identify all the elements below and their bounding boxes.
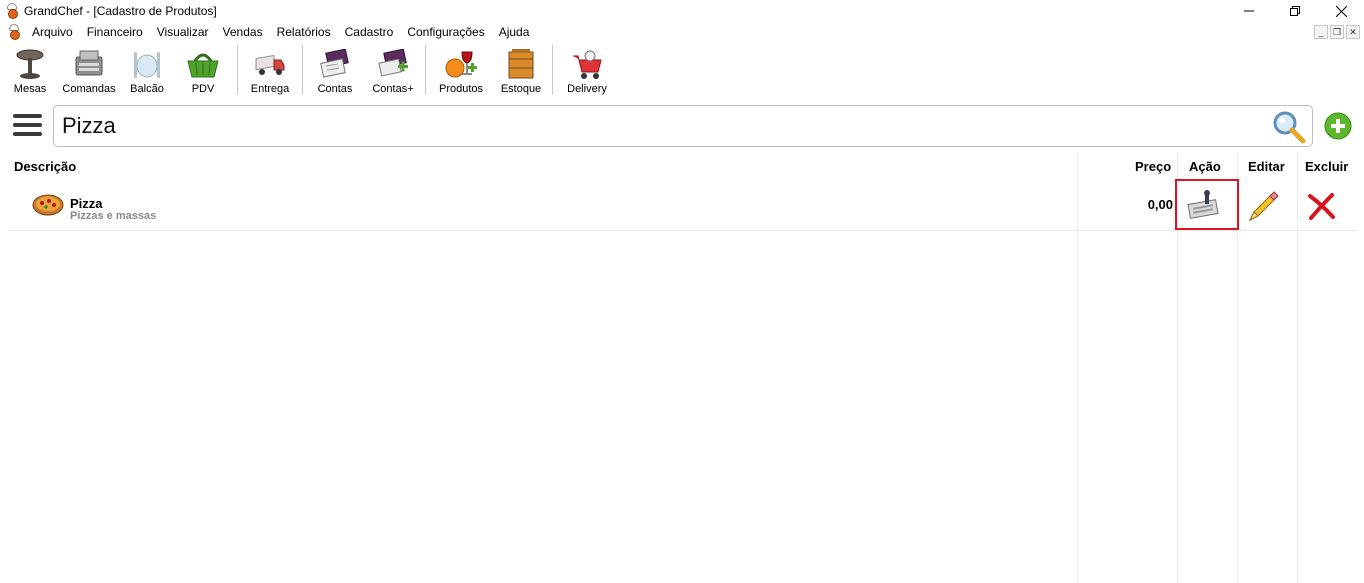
toolbar-separator [302, 45, 303, 95]
menu-configuracoes[interactable]: Configurações [400, 22, 491, 42]
hamburger-menu-icon[interactable] [13, 114, 42, 136]
menu-arquivo[interactable]: Arquivo [25, 22, 80, 42]
toolbar-balcao-button[interactable]: Balcão [122, 43, 172, 97]
toolbar: Mesas Comandas Balcão PDV Entrega Contas [0, 43, 1364, 99]
toolbar-delivery-button[interactable]: Delivery [556, 43, 618, 97]
toolbar-mesas-button[interactable]: Mesas [4, 43, 56, 97]
header-action: Ação [1189, 159, 1221, 174]
table-icon [13, 47, 47, 81]
toolbar-pdv-button[interactable]: PDV [172, 43, 234, 97]
menu-ajuda[interactable]: Ajuda [492, 22, 537, 42]
toolbar-contas-button[interactable]: Contas [306, 43, 364, 97]
toolbar-separator [425, 45, 426, 95]
header-edit: Editar [1248, 159, 1285, 174]
window-title: GrandChef - [Cadastro de Produtos] [24, 4, 217, 18]
table-row[interactable]: Pizza Pizzas e massas 0,00 [8, 179, 1358, 231]
toolbar-estoque-button[interactable]: Estoque [493, 43, 549, 97]
menu-bar: Arquivo Financeiro Visualizar Vendas Rel… [0, 22, 1364, 42]
restore-button[interactable] [1272, 0, 1318, 22]
pizza-icon [32, 191, 64, 217]
search-input[interactable] [62, 110, 1262, 142]
delivery-cart-icon [570, 47, 604, 81]
delivery-truck-icon [253, 47, 287, 81]
accounts-icon [318, 47, 352, 81]
mdi-restore-button[interactable]: ❐ [1330, 25, 1344, 39]
header-delete: Excluir [1305, 159, 1349, 174]
product-name: Pizza [70, 196, 103, 211]
action-keyboard-icon[interactable] [1185, 190, 1221, 222]
menu-vendas[interactable]: Vendas [216, 22, 270, 42]
accounts-add-icon [376, 47, 410, 81]
minimize-icon [1244, 10, 1254, 12]
product-price: 0,00 [1147, 197, 1173, 212]
close-button[interactable] [1318, 0, 1364, 22]
restore-icon [1290, 6, 1300, 16]
title-bar: GrandChef - [Cadastro de Produtos] [0, 0, 1364, 22]
close-icon [1335, 5, 1347, 17]
toolbar-produtos-button[interactable]: Produtos [429, 43, 493, 97]
product-category: Pizzas e massas [70, 210, 157, 222]
app-chef-icon [4, 3, 20, 19]
mdi-close-button[interactable]: ✕ [1346, 25, 1360, 39]
toolbar-entrega-button[interactable]: Entrega [241, 43, 299, 97]
search-box [53, 105, 1313, 147]
minimize-button[interactable] [1226, 0, 1272, 22]
basket-icon [186, 47, 220, 81]
products-icon [444, 47, 478, 81]
cash-register-icon [72, 47, 106, 81]
search-icon[interactable] [1272, 110, 1306, 144]
toolbar-separator [237, 45, 238, 95]
delete-x-icon[interactable] [1307, 192, 1335, 220]
toolbar-contas-plus-button[interactable]: Contas+ [364, 43, 422, 97]
cutlery-icon [130, 47, 164, 81]
add-product-button[interactable] [1324, 112, 1352, 140]
menu-cadastro[interactable]: Cadastro [338, 22, 401, 42]
header-price[interactable]: Preço [1135, 159, 1171, 174]
menu-relatorios[interactable]: Relatórios [270, 22, 338, 42]
toolbar-comandas-button[interactable]: Comandas [56, 43, 122, 97]
edit-pencil-icon[interactable] [1246, 190, 1280, 224]
table-header: Descrição Preço Ação Editar Excluir [0, 152, 1364, 180]
mdi-chef-icon[interactable] [6, 24, 22, 40]
header-description[interactable]: Descrição [14, 159, 76, 174]
menu-financeiro[interactable]: Financeiro [80, 22, 150, 42]
stock-box-icon [504, 47, 538, 81]
toolbar-separator [552, 45, 553, 95]
mdi-minimize-button[interactable]: _ [1314, 25, 1328, 39]
menu-visualizar[interactable]: Visualizar [150, 22, 216, 42]
plus-circle-icon [1324, 112, 1352, 140]
